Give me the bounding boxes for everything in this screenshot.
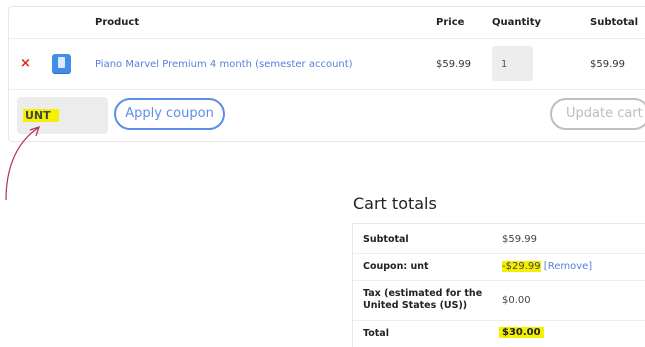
item-subtotal: $59.99: [590, 59, 625, 70]
cart-totals-title: Cart totals: [353, 194, 437, 213]
update-cart-button[interactable]: Update cart: [550, 98, 645, 130]
totals-tax-value: $0.00: [502, 295, 531, 306]
product-link[interactable]: Piano Marvel Premium 4 month (semester a…: [95, 59, 353, 70]
coupon-input-value: UNT: [23, 109, 59, 122]
product-thumbnail[interactable]: [52, 54, 71, 73]
totals-divider: [353, 280, 645, 281]
totals-coupon-row: -$29.99 [Remove]: [502, 261, 592, 272]
totals-total-label: Total: [363, 328, 389, 339]
totals-coupon-value: -$29.99: [502, 261, 541, 272]
totals-subtotal-value: $59.99: [502, 234, 537, 245]
remove-coupon-link[interactable]: [Remove]: [544, 261, 592, 272]
quantity-input[interactable]: 1: [492, 46, 533, 81]
header-product: Product: [95, 17, 140, 28]
annotation-arrow-icon: [5, 126, 40, 201]
header-divider: [9, 38, 645, 39]
totals-divider: [353, 320, 645, 321]
row-divider: [9, 89, 645, 90]
totals-divider: [353, 253, 645, 254]
remove-item-icon[interactable]: ×: [20, 57, 31, 70]
totals-coupon-label: Coupon: unt: [363, 261, 429, 272]
apply-coupon-button[interactable]: Apply coupon: [114, 98, 225, 130]
item-price: $59.99: [436, 59, 471, 70]
totals-tax-label: Tax (estimated for the United States (US…: [363, 288, 483, 311]
totals-total-value: $30.00: [499, 327, 544, 338]
header-quantity: Quantity: [492, 17, 541, 28]
header-price: Price: [436, 17, 465, 28]
header-subtotal: Subtotal: [590, 17, 639, 28]
totals-subtotal-label: Subtotal: [363, 234, 409, 245]
